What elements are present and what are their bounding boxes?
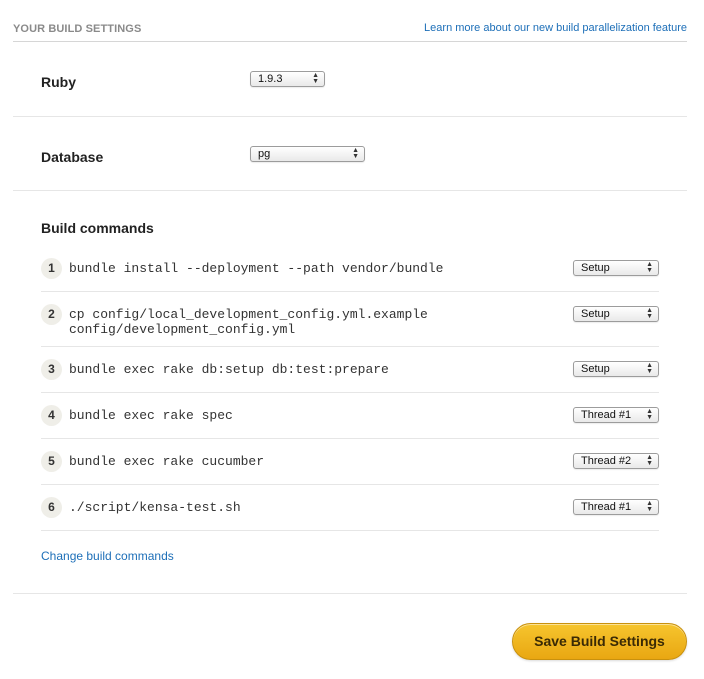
command-number-badge: 3	[41, 359, 62, 380]
command-number-badge: 1	[41, 258, 62, 279]
learn-more-link[interactable]: Learn more about our new build paralleli…	[424, 22, 687, 34]
row-divider	[41, 392, 659, 393]
command-text: bundle exec rake cucumber	[69, 454, 265, 469]
database-value: pg	[258, 148, 271, 160]
section-divider	[13, 593, 687, 594]
command-phase-select[interactable]: Thread #2 ▲ ▼	[573, 453, 659, 469]
ruby-version-select[interactable]: 1.9.3 ▲ ▼	[250, 71, 325, 87]
command-phase-select[interactable]: Thread #1 ▲ ▼	[573, 407, 659, 423]
command-text: bundle exec rake spec	[69, 408, 233, 423]
row-divider	[41, 438, 659, 439]
database-label: Database	[41, 149, 104, 165]
page-title: YOUR BUILD SETTINGS	[13, 23, 142, 35]
section-divider	[13, 116, 687, 117]
row-divider	[41, 291, 659, 292]
phase-value: Setup	[581, 363, 610, 375]
command-number-badge: 5	[41, 451, 62, 472]
command-phase-select[interactable]: Setup ▲ ▼	[573, 361, 659, 377]
select-arrows-icon: ▲ ▼	[646, 261, 653, 274]
row-divider	[41, 530, 659, 531]
select-arrows-icon: ▲ ▼	[646, 500, 653, 513]
command-phase-select[interactable]: Setup ▲ ▼	[573, 260, 659, 276]
phase-value: Setup	[581, 262, 610, 274]
row-divider	[41, 484, 659, 485]
select-arrows-icon: ▲ ▼	[646, 362, 653, 375]
command-text-continued: config/development_config.yml	[69, 322, 296, 337]
settings-header: YOUR BUILD SETTINGS Learn more about our…	[13, 15, 687, 42]
select-arrows-icon: ▲ ▼	[646, 307, 653, 320]
command-text: cp config/local_development_config.yml.e…	[69, 307, 428, 322]
command-number-badge: 4	[41, 405, 62, 426]
command-phase-select[interactable]: Thread #1 ▲ ▼	[573, 499, 659, 515]
command-text: ./script/kensa-test.sh	[69, 500, 241, 515]
ruby-version-value: 1.9.3	[258, 73, 283, 85]
command-number-badge: 2	[41, 304, 62, 325]
select-arrows-icon: ▲ ▼	[352, 147, 359, 160]
phase-value: Thread #1	[581, 501, 632, 513]
phase-value: Thread #2	[581, 455, 632, 467]
database-select[interactable]: pg ▲ ▼	[250, 146, 365, 162]
build-commands-label: Build commands	[41, 220, 154, 236]
save-build-settings-button[interactable]: Save Build Settings	[512, 623, 687, 660]
ruby-label: Ruby	[41, 74, 76, 90]
command-phase-select[interactable]: Setup ▲ ▼	[573, 306, 659, 322]
command-text: bundle exec rake db:setup db:test:prepar…	[69, 362, 389, 377]
phase-value: Thread #1	[581, 409, 632, 421]
select-arrows-icon: ▲ ▼	[312, 72, 319, 85]
section-divider	[13, 190, 687, 191]
select-arrows-icon: ▲ ▼	[646, 454, 653, 467]
select-arrows-icon: ▲ ▼	[646, 408, 653, 421]
command-text: bundle install --deployment --path vendo…	[69, 261, 444, 276]
change-build-commands-link[interactable]: Change build commands	[41, 549, 174, 563]
row-divider	[41, 346, 659, 347]
command-number-badge: 6	[41, 497, 62, 518]
phase-value: Setup	[581, 308, 610, 320]
